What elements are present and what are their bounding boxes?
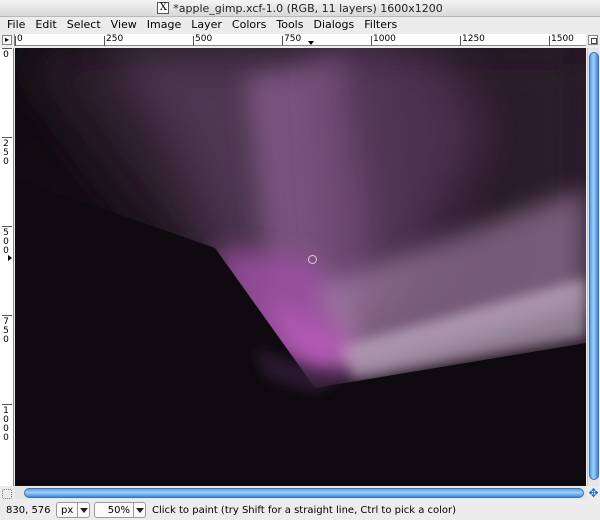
vertical-scrollbar[interactable] <box>587 48 599 486</box>
hruler-label: 250 <box>106 34 124 44</box>
vruler-label: 1000 <box>3 406 9 443</box>
menu-layer[interactable]: Layer <box>186 18 227 32</box>
menu-view[interactable]: View <box>106 18 142 32</box>
menu-colors[interactable]: Colors <box>227 18 271 32</box>
image-menu-button[interactable]: ▸ <box>2 35 12 45</box>
chevron-down-icon[interactable] <box>133 503 145 517</box>
image-canvas[interactable] <box>15 48 586 486</box>
zoom-select[interactable]: 50% <box>94 502 146 518</box>
vruler-label: 750 <box>3 317 9 345</box>
horizontal-scroll-thumb[interactable] <box>24 488 584 498</box>
window-titlebar: X *apple_gimp.xcf-1.0 (RGB, 11 layers) 1… <box>0 0 600 17</box>
quick-mask-icon[interactable] <box>2 489 12 499</box>
hruler-label: 750 <box>284 34 302 44</box>
status-message: Click to paint (try Shift for a straight… <box>152 504 457 516</box>
unit-value: px <box>61 504 74 516</box>
four-arrow-navigate-icon[interactable]: ✥ <box>588 487 599 499</box>
vruler-label: 250 <box>3 139 9 167</box>
brush-outline-cursor <box>308 255 317 264</box>
zoom-value: 50% <box>107 504 130 516</box>
statusbar: 830, 576 px 50% Click to paint (try Shif… <box>0 500 600 520</box>
menu-dialogs[interactable]: Dialogs <box>308 18 359 32</box>
hruler-pointer <box>308 41 314 45</box>
unit-select[interactable]: px <box>56 502 90 518</box>
vertical-ruler: 0 250 500 750 1000 <box>0 48 14 486</box>
zoom-fit-button[interactable] <box>588 35 598 45</box>
hruler-label: 1000 <box>373 34 396 44</box>
x11-icon: X <box>157 2 170 14</box>
vruler-label: 0 <box>3 50 9 60</box>
horizontal-scrollbar[interactable] <box>15 487 587 499</box>
hruler-label: 1500 <box>551 34 574 44</box>
chevron-down-icon[interactable] <box>77 503 89 517</box>
vertical-scroll-thumb[interactable] <box>589 52 599 480</box>
hruler-label: 1250 <box>462 34 485 44</box>
window-title: *apple_gimp.xcf-1.0 (RGB, 11 layers) 160… <box>173 1 443 15</box>
menu-tools[interactable]: Tools <box>271 18 308 32</box>
hruler-label: 0 <box>17 34 23 44</box>
hruler-label: 500 <box>195 34 213 44</box>
vruler-pointer <box>8 255 12 261</box>
menu-file[interactable]: File <box>2 18 30 32</box>
pointer-coordinates: 830, 576 <box>6 504 51 516</box>
menubar: File Edit Select View Image Layer Colors… <box>0 17 600 33</box>
menu-edit[interactable]: Edit <box>30 18 61 32</box>
menu-image[interactable]: Image <box>142 18 186 32</box>
horizontal-ruler: 0 250 500 750 1000 1250 1500 <box>14 34 586 46</box>
aurora-image <box>15 48 586 486</box>
menu-filters[interactable]: Filters <box>359 18 402 32</box>
menu-select[interactable]: Select <box>62 18 106 32</box>
vruler-label: 500 <box>3 228 9 256</box>
